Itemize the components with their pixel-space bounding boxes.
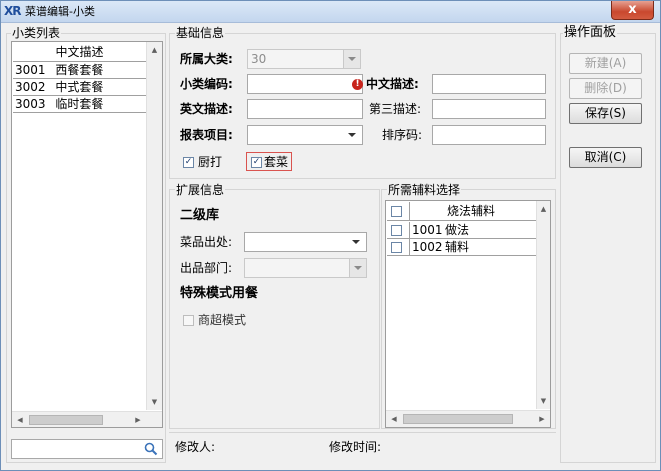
aux-materials-table[interactable]: 烧法辅料 1001 做法 1002 辅料 ▲ ▼ ◀ ▶ [385, 200, 551, 428]
row-name: 做法 [445, 223, 470, 237]
delete-button[interactable]: 删除(D) [569, 78, 642, 99]
supermarket-checkbox[interactable] [183, 315, 194, 326]
row-code: 1002 [412, 240, 443, 254]
operations-panel-title: 操作面板 [563, 25, 618, 40]
list-item[interactable]: 3002 中式套餐 [13, 80, 147, 96]
item-name: 临时套餐 [55, 97, 104, 111]
list-item[interactable]: 3001 西餐套餐 [13, 63, 147, 79]
scroll-thumb[interactable] [29, 415, 103, 425]
row-divider [409, 239, 410, 255]
second-store-label: 二级库 [180, 208, 220, 223]
item-name: 西餐套餐 [55, 63, 104, 77]
aux-header-divider [409, 202, 410, 220]
category-list[interactable]: 中文描述 3001 西餐套餐 3002 中式套餐 3003 临时套餐 ▲ ▼ ◀… [11, 41, 163, 428]
row-name: 辅料 [445, 240, 470, 254]
aux-materials-title: 所需辅料选择 [387, 183, 462, 197]
dept-dropdown-button [349, 259, 366, 277]
category-list-title: 小类列表 [11, 26, 62, 40]
search-icon[interactable] [144, 442, 158, 456]
extended-info-title: 扩展信息 [175, 183, 226, 197]
report-label: 报表项目: [180, 128, 233, 142]
supermarket-label[interactable]: 商超模式 [198, 312, 246, 328]
item-code: 3002 [15, 80, 46, 94]
item-code: 3001 [15, 63, 46, 77]
list-item[interactable]: 3003 临时套餐 [13, 97, 147, 113]
row-checkbox[interactable] [391, 242, 402, 253]
en-desc-input[interactable] [247, 99, 363, 119]
category-select: 30 [247, 49, 361, 69]
scroll-up-arrow-icon[interactable]: ▲ [537, 201, 550, 217]
code-input[interactable] [247, 74, 363, 94]
aux-vertical-scrollbar[interactable]: ▲ ▼ [536, 201, 550, 409]
scroll-right-arrow-icon[interactable]: ▶ [534, 411, 550, 427]
set-meal-checkbox[interactable]: ✓ [251, 157, 262, 168]
chevron-down-icon[interactable] [348, 133, 356, 137]
category-label: 所属大类: [180, 52, 233, 66]
code-label: 小类编码: [180, 77, 233, 91]
kitchen-print-checkbox[interactable]: ✓ [183, 157, 194, 168]
xr-logo-icon: XR [4, 4, 22, 18]
title-bar[interactable]: XR 菜谱编辑-小类 x [1, 1, 660, 23]
dept-label: 出品部门: [180, 261, 233, 275]
cancel-button[interactable]: 取消(C) [569, 147, 642, 168]
column-header-aux[interactable]: 烧法辅料 [447, 203, 495, 219]
save-button[interactable]: 保存(S) [569, 103, 642, 124]
kitchen-print-label[interactable]: 厨打 [198, 154, 222, 170]
sort-label: 排序码: [382, 128, 423, 142]
scroll-right-arrow-icon[interactable]: ▶ [130, 412, 146, 428]
item-code: 3003 [15, 97, 46, 111]
cn-desc-label: 中文描述: [366, 77, 419, 91]
report-select[interactable] [247, 125, 363, 145]
origin-select[interactable] [244, 232, 367, 252]
row-divider [409, 222, 410, 238]
extended-info-group [169, 189, 380, 429]
third-desc-label: 第三描述: [369, 102, 422, 116]
scroll-left-arrow-icon[interactable]: ◀ [386, 411, 402, 427]
aux-table-header: 烧法辅料 [387, 202, 537, 221]
en-desc-label: 英文描述: [180, 102, 233, 116]
scroll-down-arrow-icon[interactable]: ▼ [537, 393, 550, 409]
list-search-input[interactable] [11, 439, 163, 459]
error-icon: ! [352, 79, 363, 90]
scroll-thumb[interactable] [403, 414, 513, 424]
origin-label: 菜品出处: [180, 235, 233, 249]
scroll-left-arrow-icon[interactable]: ◀ [12, 412, 28, 428]
set-meal-label[interactable]: 套菜 [264, 154, 288, 170]
modify-time-label: 修改时间: [329, 440, 382, 454]
table-row[interactable]: 1001 做法 [387, 222, 537, 239]
table-row[interactable]: 1002 辅料 [387, 239, 537, 256]
list-vertical-scrollbar[interactable]: ▲ ▼ [146, 42, 162, 410]
row-code: 1001 [412, 223, 443, 237]
dept-select [244, 258, 367, 278]
special-mode-label: 特殊模式用餐 [180, 286, 259, 301]
item-name: 中式套餐 [55, 80, 104, 94]
new-button[interactable]: 新建(A) [569, 53, 642, 74]
category-value: 30 [251, 52, 267, 66]
window-title: 菜谱编辑-小类 [25, 5, 95, 18]
chevron-down-icon [348, 57, 356, 61]
row-checkbox[interactable] [391, 225, 402, 236]
basic-info-title: 基础信息 [175, 26, 226, 40]
dish-category-editor-window: XR 菜谱编辑-小类 x 小类列表 中文描述 3001 西餐套餐 3002 中式… [0, 0, 661, 471]
aux-horizontal-scrollbar[interactable]: ◀ ▶ [386, 410, 550, 427]
modifier-label: 修改人: [175, 440, 216, 454]
chevron-down-icon [354, 266, 362, 270]
close-button[interactable]: x [611, 1, 654, 20]
scroll-up-arrow-icon[interactable]: ▲ [147, 42, 162, 58]
chevron-down-icon[interactable] [352, 240, 360, 244]
column-header-cn-desc[interactable]: 中文描述 [13, 43, 147, 62]
category-dropdown-button [343, 50, 360, 68]
third-desc-input[interactable] [432, 99, 546, 119]
select-all-checkbox[interactable] [391, 206, 402, 217]
cn-desc-input[interactable] [432, 74, 546, 94]
scroll-down-arrow-icon[interactable]: ▼ [147, 394, 162, 410]
list-horizontal-scrollbar[interactable]: ◀ ▶ [12, 411, 162, 427]
operations-panel: 新建(A) 删除(D) 保存(S) 取消(C) [560, 33, 656, 463]
sort-input[interactable] [432, 125, 546, 145]
